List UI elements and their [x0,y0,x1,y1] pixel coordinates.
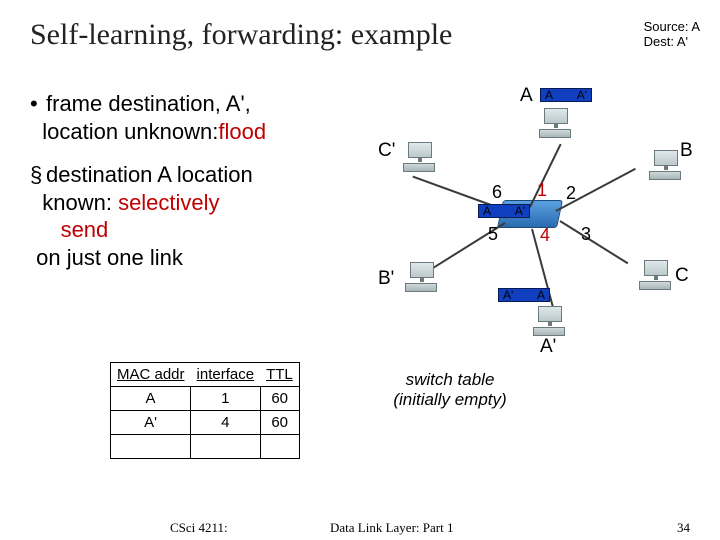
host-b-icon [648,150,684,180]
cell-r2c1: A' [111,411,191,435]
host-cp-icon [402,142,438,172]
bullet-2: §destination A location known: selective… [30,161,360,271]
slide-number: 34 [677,520,690,536]
network-diagram: A B C A' B' C' 1 2 3 4 5 6 A A' A A' A' … [360,80,700,360]
source-line: Source: A [644,20,700,35]
bullet-dot-icon: • [30,90,46,118]
port-5: 5 [488,224,498,245]
caption-l1: switch table [380,370,520,390]
packet-mid: A A' [478,204,530,218]
cell-r1c3: 60 [260,387,299,411]
th-iface: interface [191,363,261,387]
port-2: 2 [566,183,576,204]
packet-mid-src: A [483,204,491,218]
packet-top-src: A [545,88,553,102]
label-cp: C' [378,140,395,162]
bullet-1-line1: frame destination, A', [46,91,251,116]
label-a: A [520,85,533,107]
bullet-2-send: send [61,217,109,242]
switch-table: MAC addr interface TTL A 1 60 A' 4 60 [110,362,300,459]
th-mac: MAC addr [111,363,191,387]
cell-r1c1: A [111,387,191,411]
host-ap-icon [532,306,568,336]
packet-bottom-dst: A [537,288,545,302]
label-bp: B' [378,268,394,290]
link-3 [559,220,628,264]
bullet-1-flood: flood [218,119,266,144]
bullet-section-icon: § [30,161,46,189]
packet-bottom: A' A [498,288,550,302]
packet-top: A A' [540,88,592,102]
mac-table: MAC addr interface TTL A 1 60 A' 4 60 [110,362,300,459]
label-ap: A' [540,336,556,358]
slide-title: Self-learning, forwarding: example [30,18,452,52]
port-1: 1 [537,180,547,201]
host-bp-icon [404,262,440,292]
footer-title: Data Link Layer: Part 1 [330,520,453,536]
footer-course: CSci 4211: [170,520,228,536]
packet-mid-dst: A' [515,204,525,218]
bullet-2-selectively: selectively [118,190,219,215]
packet-top-dst: A' [577,88,587,102]
bullet-2-line2a: known: [42,190,118,215]
table-caption: switch table (initially empty) [380,370,520,410]
packet-bottom-src: A' [503,288,513,302]
source-dest-note: Source: A Dest: A' [644,20,700,50]
label-b: B [680,140,693,162]
port-3: 3 [581,224,591,245]
dest-line: Dest: A' [644,35,700,50]
th-ttl: TTL [260,363,299,387]
host-a-icon [538,108,574,138]
caption-l2: (initially empty) [380,390,520,410]
label-c: C [675,265,689,287]
bullet-2-line4: on just one link [36,245,183,270]
bullet-1: •frame destination, A', location unknown… [30,90,360,145]
cell-r2c3: 60 [260,411,299,435]
bullet-list: •frame destination, A', location unknown… [30,90,360,287]
cell-r2c2: 4 [191,411,261,435]
host-c-icon [638,260,674,290]
port-6: 6 [492,182,502,203]
bullet-2-line1: destination A location [46,162,253,187]
port-4: 4 [540,225,550,246]
bullet-1-line2a: location unknown: [42,119,218,144]
cell-r1c2: 1 [191,387,261,411]
